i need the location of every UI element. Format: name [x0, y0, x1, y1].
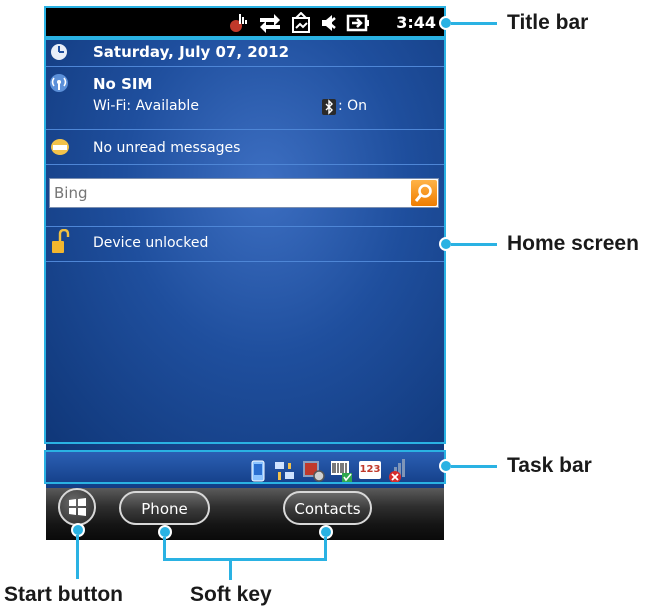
- soft-key-leader-bracket: [163, 558, 327, 561]
- task-bar[interactable]: 123: [46, 452, 444, 488]
- task-bar-callout: Task bar: [507, 454, 592, 477]
- home-screen-leader: [451, 243, 497, 246]
- sync-icon: [260, 14, 280, 33]
- battery-charging-icon: [346, 14, 369, 32]
- signal-icon: [230, 14, 247, 32]
- input-123-icon[interactable]: 123: [359, 461, 381, 479]
- device-screen: 3:44 Saturday, July 07, 2012 No SIM Wi-F…: [46, 8, 444, 540]
- title-bar-leader: [451, 22, 497, 25]
- network-error-icon[interactable]: [386, 457, 412, 485]
- task-bar-leader: [451, 465, 497, 468]
- barcode-icon[interactable]: [330, 459, 354, 483]
- volume-muted-icon: [322, 15, 336, 31]
- clock-icon: [51, 44, 67, 60]
- messages-text: No unread messages: [93, 140, 241, 156]
- search-icon: [414, 184, 432, 202]
- phone-softkey[interactable]: Phone: [119, 491, 210, 525]
- home-screen-callout: Home screen: [507, 232, 639, 255]
- wireless-icon: [50, 74, 68, 92]
- carrier-text: No SIM: [93, 75, 153, 93]
- search-input[interactable]: [54, 181, 394, 205]
- device-icon[interactable]: [250, 460, 266, 482]
- date-row[interactable]: Saturday, July 07, 2012: [46, 38, 444, 67]
- lock-row[interactable]: Device unlocked: [46, 226, 444, 262]
- bing-search-box[interactable]: [49, 178, 439, 208]
- date-text: Saturday, July 07, 2012: [93, 43, 290, 61]
- messages-row[interactable]: No unread messages: [46, 130, 444, 165]
- connectivity-icon[interactable]: [274, 460, 296, 482]
- start-button-leader: [76, 535, 79, 579]
- title-bar[interactable]: 3:44: [46, 8, 444, 38]
- clock[interactable]: 3:44: [396, 13, 436, 32]
- wifi-status: Wi-Fi: Available: [93, 98, 199, 114]
- start-button[interactable]: [58, 488, 96, 526]
- soft-key-bar: [46, 488, 444, 540]
- network-icon: [292, 12, 310, 33]
- bluetooth-status: : On: [338, 98, 368, 114]
- search-button[interactable]: [411, 180, 437, 206]
- home-screen: Saturday, July 07, 2012 No SIM Wi-Fi: Av…: [46, 38, 444, 452]
- connectivity-row[interactable]: No SIM Wi-Fi: Available : On: [46, 67, 444, 130]
- title-bar-callout: Title bar: [507, 11, 589, 34]
- padlock-icon: [52, 229, 70, 253]
- bluetooth-icon: [322, 99, 336, 115]
- windows-logo-icon: [69, 498, 86, 516]
- envelope-icon: [51, 139, 69, 155]
- start-button-callout: Start button: [4, 583, 123, 606]
- lock-status-text: Device unlocked: [93, 235, 209, 251]
- settings-icon[interactable]: [302, 459, 326, 483]
- soft-key-leader-stem: [229, 558, 232, 580]
- soft-key-callout: Soft key: [190, 583, 272, 606]
- contacts-softkey[interactable]: Contacts: [283, 491, 372, 525]
